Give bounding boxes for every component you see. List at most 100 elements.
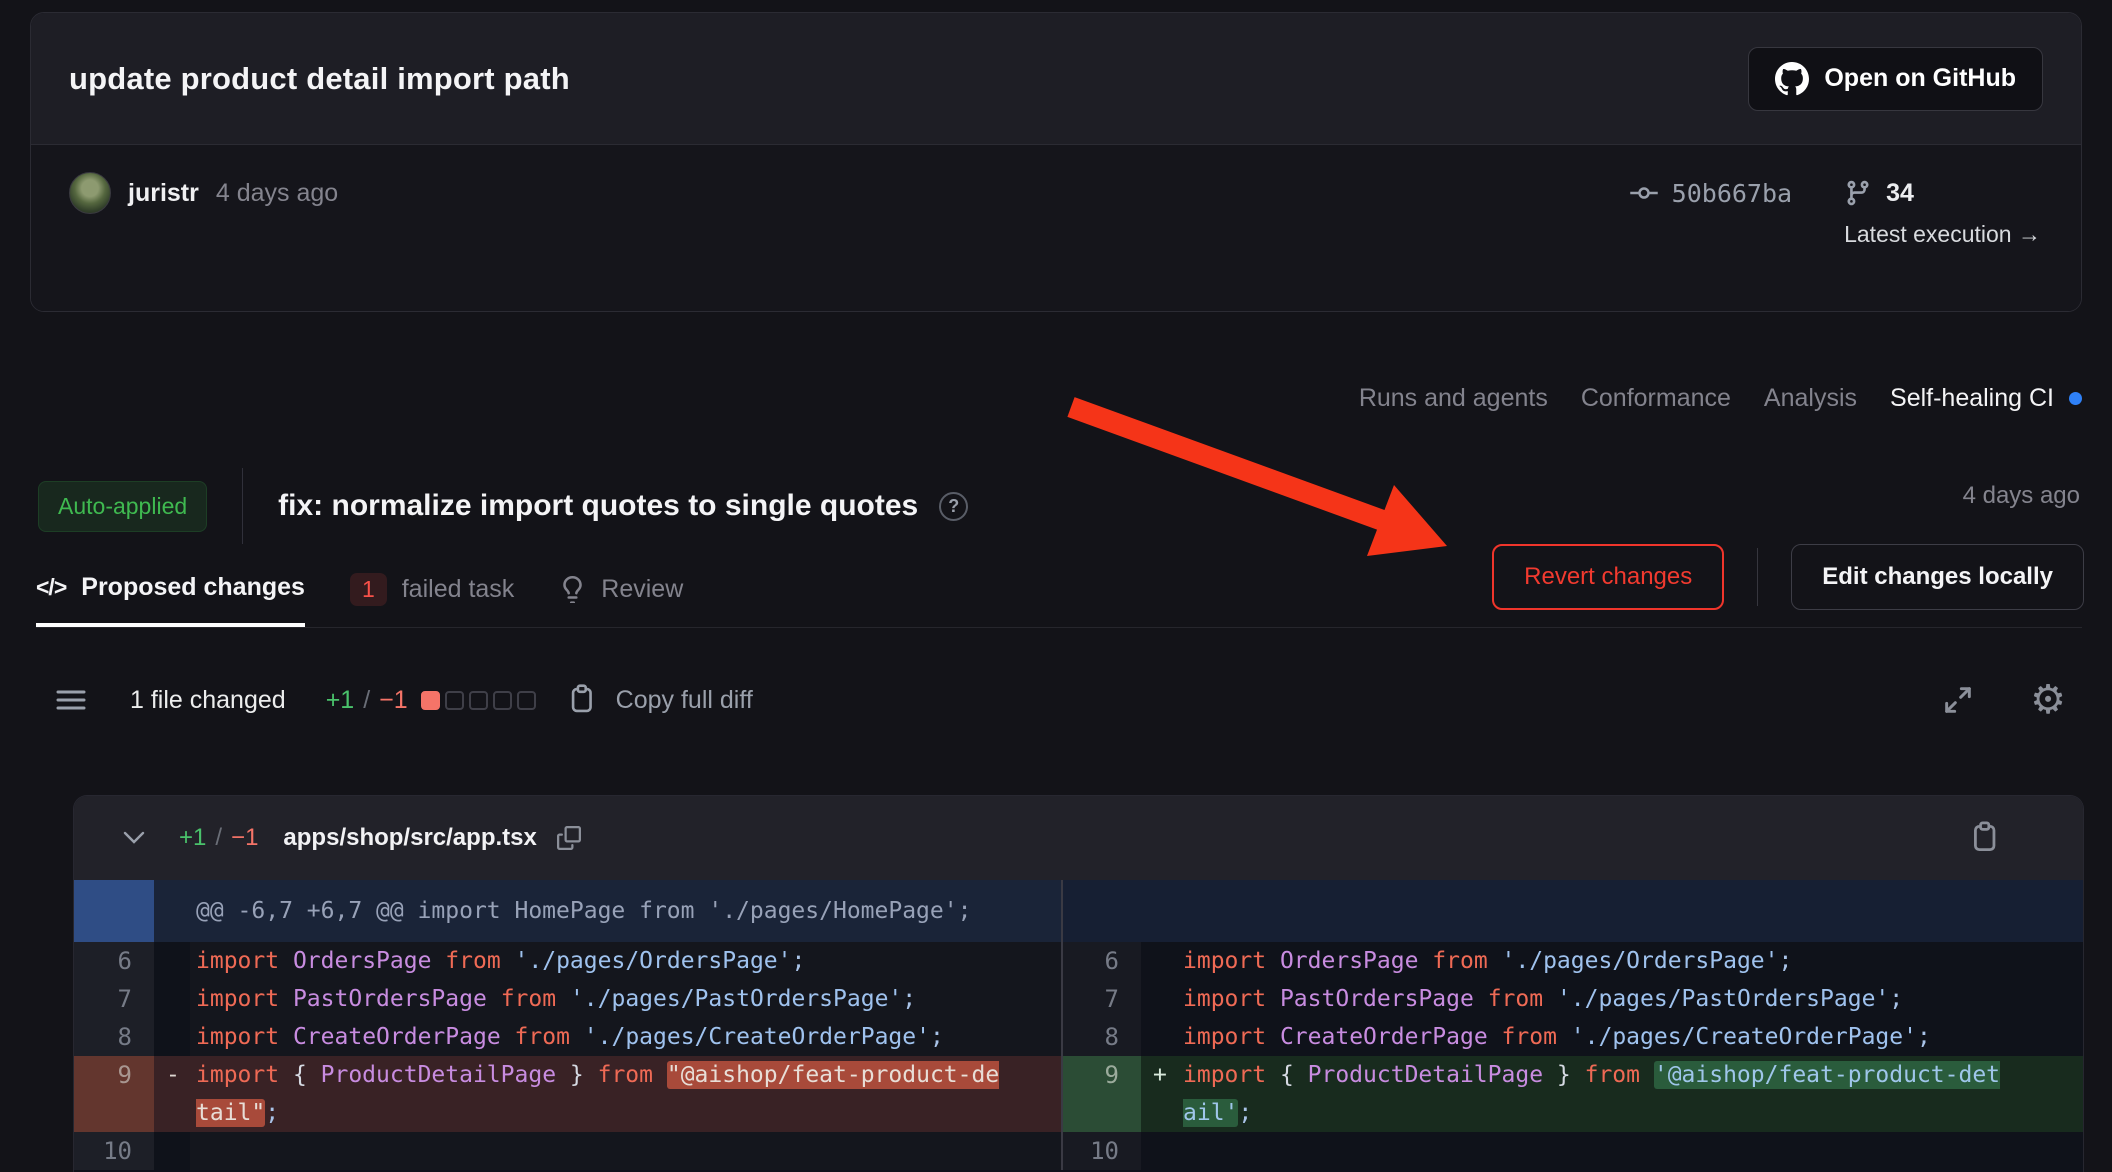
diff-split-view: @@ -6,7 +6,7 @@ import HomePage from './…	[74, 880, 2083, 1170]
nav-item-conformance[interactable]: Conformance	[1581, 384, 1731, 413]
files-changed-label: 1 file changed	[130, 686, 286, 715]
avatar	[69, 172, 111, 214]
diff-row: 7 import PastOrdersPage from './pages/Pas…	[74, 980, 1061, 1018]
file-diff-header: +1 / −1 apps/shop/src/app.tsx	[74, 796, 2083, 880]
hunk-gutter	[74, 880, 154, 942]
line-number: 8	[1063, 1018, 1141, 1056]
diff-row: 7 import PastOrdersPage from './pages/Pas…	[1063, 980, 2083, 1018]
ratio-square	[517, 691, 536, 710]
copy-full-diff-label: Copy full diff	[616, 686, 753, 715]
code-line: import OrdersPage from './pages/OrdersPa…	[1177, 942, 2083, 980]
tab-label: failed task	[402, 575, 515, 604]
nav-item-analysis[interactable]: Analysis	[1764, 384, 1857, 413]
diff-row: 9-import { ProductDetailPage } from "@ai…	[74, 1056, 1061, 1132]
clipboard-icon	[569, 684, 599, 716]
diff-marker	[154, 1132, 190, 1170]
line-number: 6	[1063, 942, 1141, 980]
notification-dot	[2069, 392, 2082, 405]
hunk-header-row: @@ -6,7 +6,7 @@ import HomePage from './…	[74, 880, 1061, 942]
hunk-header-row	[1063, 880, 2083, 942]
page-title: update product detail import path	[69, 61, 570, 97]
line-number: 8	[74, 1018, 154, 1056]
diff-marker	[1141, 942, 1177, 980]
stats-slash: /	[363, 686, 370, 715]
code-line: import OrdersPage from './pages/OrdersPa…	[190, 942, 1061, 980]
diff-marker	[154, 942, 190, 980]
copy-full-diff-button[interactable]: Copy full diff	[569, 684, 753, 716]
diff-row: 10	[1063, 1132, 2083, 1170]
nav-item-label: Self-healing CI	[1890, 384, 2054, 413]
file-stats-slash: /	[215, 824, 222, 852]
latest-execution-link[interactable]: Latest execution →	[1844, 221, 2041, 248]
diff-toolbar: 1 file changed +1 / −1 Copy full diff ⚙	[56, 676, 2066, 724]
diff-row: 8 import CreateOrderPage from './pages/Cr…	[74, 1018, 1061, 1056]
commit-card-header: update product detail import path Open o…	[31, 13, 2081, 145]
executions: 34 Latest execution →	[1844, 171, 2041, 248]
tab-label: Proposed changes	[81, 573, 305, 602]
expand-fullscreen-icon[interactable]	[1942, 684, 1974, 716]
ratio-square	[445, 691, 464, 710]
github-icon	[1775, 62, 1809, 96]
author-name: juristr	[128, 179, 199, 208]
top-nav: Runs and agents Conformance Analysis Sel…	[1359, 384, 2082, 413]
ratio-square-filled	[421, 691, 440, 710]
line-number: 9	[1063, 1056, 1141, 1132]
file-additions: +1	[179, 824, 206, 852]
diff-marker	[1141, 980, 1177, 1018]
diff-row: 8import CreateOrderPage from './pages/Cr…	[1063, 1018, 2083, 1056]
line-number: 10	[1063, 1132, 1141, 1170]
file-path: apps/shop/src/app.tsx	[283, 824, 536, 852]
code-line: import PastOrdersPage from './pages/Past…	[1177, 980, 2083, 1018]
button-divider	[1757, 548, 1758, 606]
gear-icon[interactable]: ⚙	[2030, 680, 2066, 720]
lightbulb-icon	[559, 576, 586, 603]
diff-marker	[1141, 1132, 1177, 1170]
line-number: 10	[74, 1132, 154, 1170]
revert-changes-button[interactable]: Revert changes	[1492, 544, 1724, 610]
hamburger-menu-icon[interactable]	[56, 688, 86, 712]
commit-meta-right: 50b667ba 34 Latest execution →	[1629, 171, 2041, 311]
file-deletions: −1	[231, 824, 258, 852]
nav-item-self-healing-ci[interactable]: Self-healing CI	[1890, 384, 2082, 413]
edit-changes-locally-button[interactable]: Edit changes locally	[1791, 544, 2084, 610]
diff-row: 6 import OrdersPage from './pages/OrdersP…	[1063, 942, 2083, 980]
chevron-down-icon[interactable]	[122, 830, 146, 846]
copy-path-icon[interactable]	[557, 826, 581, 850]
tab-label: Review	[601, 575, 683, 604]
diff-marker	[154, 1018, 190, 1056]
diff-row: 9+import { ProductDetailPage } from '@ai…	[1063, 1056, 2083, 1132]
executions-count-row[interactable]: 34	[1844, 171, 1914, 215]
diff-marker	[154, 980, 190, 1018]
file-diff-card: +1 / −1 apps/shop/src/app.tsx @@ -6,7 +6…	[73, 795, 2084, 1172]
tab-review[interactable]: Review	[559, 552, 683, 627]
ratio-square	[493, 691, 512, 710]
code-line	[190, 1132, 1061, 1170]
line-number: 9	[74, 1056, 154, 1132]
fix-heading-row: Auto-applied fix: normalize import quote…	[38, 468, 2080, 544]
code-line: import PastOrdersPage from './pages/Past…	[190, 980, 1061, 1018]
tab-failed-task[interactable]: 1 failed task	[350, 552, 514, 627]
diff-pane-old: @@ -6,7 +6,7 @@ import HomePage from './…	[74, 880, 1061, 1170]
vertical-divider	[242, 468, 243, 544]
code-line: import CreateOrderPage from './pages/Cre…	[190, 1018, 1061, 1056]
code-line	[1177, 1132, 2083, 1170]
commit-hash-chip[interactable]: 50b667ba	[1629, 171, 1792, 215]
open-on-github-button[interactable]: Open on GitHub	[1748, 47, 2043, 111]
code-line: import { ProductDetailPage } from '@aish…	[1177, 1056, 2083, 1132]
line-number: 7	[74, 980, 154, 1018]
nav-item-runs-and-agents[interactable]: Runs and agents	[1359, 384, 1548, 413]
diff-marker: +	[1141, 1056, 1177, 1132]
file-diff-stats: +1 / −1	[179, 824, 258, 852]
copy-file-diff-icon[interactable]	[1971, 821, 2003, 855]
additions-count: +1	[326, 686, 355, 715]
diff-stats: +1 / −1	[326, 686, 408, 715]
hunk-header-text: @@ -6,7 +6,7 @@ import HomePage from './…	[154, 880, 1061, 942]
fix-time: 4 days ago	[1963, 482, 2080, 510]
diff-row: 10	[74, 1132, 1061, 1170]
tab-proposed-changes[interactable]: </> Proposed changes	[36, 552, 305, 627]
ratio-square	[469, 691, 488, 710]
help-icon[interactable]: ?	[939, 492, 968, 521]
commit-meta: juristr 4 days ago 50b667ba 34 Latest ex…	[31, 145, 2081, 311]
line-number: 7	[1063, 980, 1141, 1018]
git-branch-icon	[1844, 179, 1872, 207]
